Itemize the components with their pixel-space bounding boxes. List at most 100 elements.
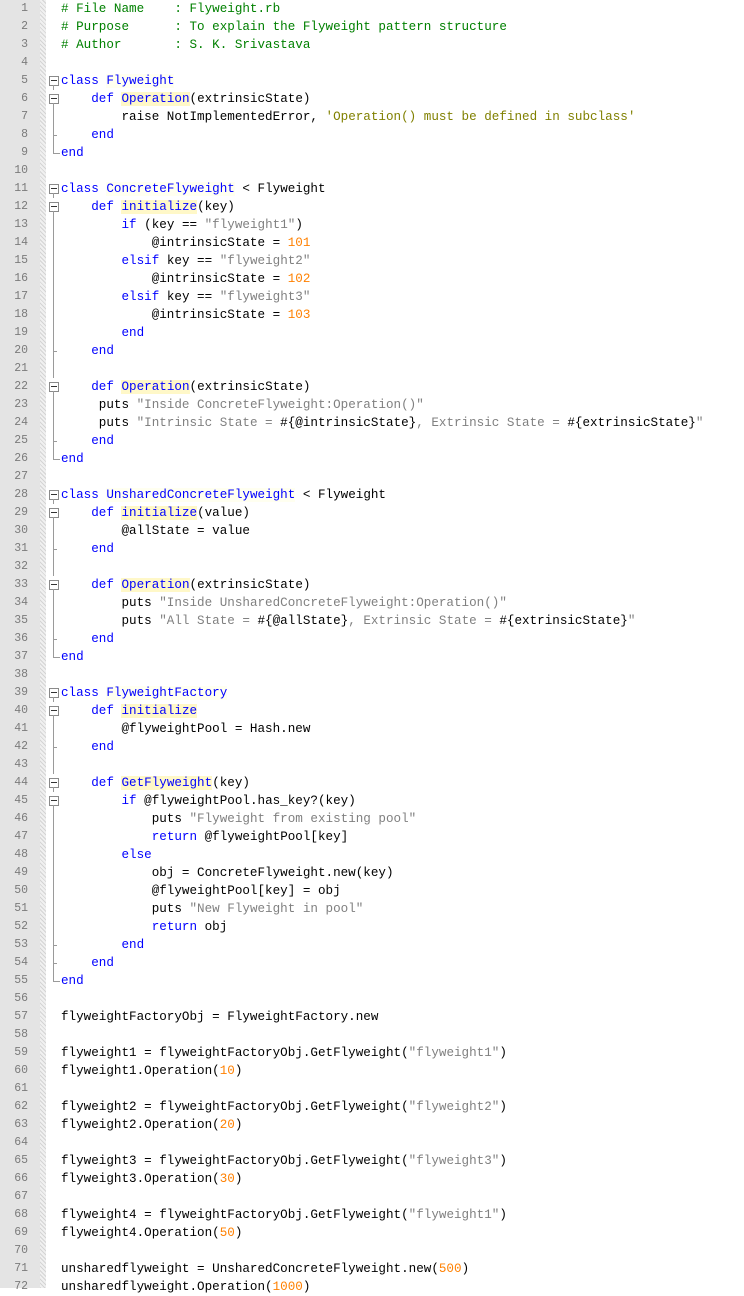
code-line[interactable]: 29 def initialize(value) xyxy=(0,504,744,522)
code-text[interactable]: # File Name : Flyweight.rb xyxy=(61,1,280,17)
fold-toggle-icon[interactable] xyxy=(47,576,61,594)
code-line[interactable]: 24 puts "Intrinsic State = #{@intrinsicS… xyxy=(0,414,744,432)
code-line[interactable]: 54 end xyxy=(0,954,744,972)
code-text[interactable]: end xyxy=(61,973,84,989)
code-text[interactable]: unsharedflyweight = UnsharedConcreteFlyw… xyxy=(61,1261,469,1277)
code-line[interactable]: 5 class Flyweight xyxy=(0,72,744,90)
code-text[interactable]: # Purpose : To explain the Flyweight pat… xyxy=(61,19,507,35)
fold-toggle-icon[interactable] xyxy=(47,90,61,108)
code-line[interactable]: 58 xyxy=(0,1026,744,1044)
code-text[interactable]: if @flyweightPool.has_key?(key) xyxy=(61,793,355,809)
code-line[interactable]: 62 flyweight2 = flyweightFactoryObj.GetFl… xyxy=(0,1098,744,1116)
code-line[interactable]: 16 @intrinsicState = 102 xyxy=(0,270,744,288)
code-line[interactable]: 56 xyxy=(0,990,744,1008)
code-line[interactable]: 49 obj = ConcreteFlyweight.new(key) xyxy=(0,864,744,882)
code-editor[interactable]: 1 # File Name : Flyweight.rb 2 # Purpose : … xyxy=(0,0,744,1294)
code-text[interactable]: def initialize xyxy=(61,703,198,719)
code-text[interactable]: elsif key == "flyweight3" xyxy=(61,289,310,305)
code-line[interactable]: 21 xyxy=(0,360,744,378)
code-line[interactable]: 38 xyxy=(0,666,744,684)
code-text[interactable]: end xyxy=(61,955,114,971)
code-line[interactable]: 32 xyxy=(0,558,744,576)
code-text[interactable]: return @flyweightPool[key] xyxy=(61,829,349,845)
code-line[interactable]: 2 # Purpose : To explain the Flyweight pa… xyxy=(0,18,744,36)
code-text[interactable]: flyweight1.Operation(10) xyxy=(61,1063,242,1079)
code-text[interactable]: def Operation(extrinsicState) xyxy=(61,379,310,395)
code-line[interactable]: 18 @intrinsicState = 103 xyxy=(0,306,744,324)
fold-toggle-icon[interactable] xyxy=(47,792,61,810)
fold-toggle-icon[interactable] xyxy=(47,72,61,90)
code-line[interactable]: 59 flyweight1 = flyweightFactoryObj.GetFl… xyxy=(0,1044,744,1062)
fold-toggle-icon[interactable] xyxy=(47,378,61,396)
code-line[interactable]: 7 raise NotImplementedError, 'Operation(… xyxy=(0,108,744,126)
code-line[interactable]: 13 if (key == "flyweight1") xyxy=(0,216,744,234)
code-text[interactable]: end xyxy=(61,451,84,467)
code-text[interactable]: puts "All State = #{@allState}, Extrinsi… xyxy=(61,613,635,629)
code-text[interactable]: class FlyweightFactory xyxy=(61,685,228,701)
code-text[interactable]: class UnsharedConcreteFlyweight < Flywei… xyxy=(61,487,386,503)
code-line[interactable]: 8 end xyxy=(0,126,744,144)
code-text[interactable]: end xyxy=(61,145,84,161)
code-line[interactable]: 40 def initialize xyxy=(0,702,744,720)
code-text[interactable]: raise NotImplementedError, 'Operation() … xyxy=(61,109,635,125)
code-line[interactable]: 27 xyxy=(0,468,744,486)
fold-toggle-icon[interactable] xyxy=(47,504,61,522)
code-line[interactable]: 68 flyweight4 = flyweightFactoryObj.GetFl… xyxy=(0,1206,744,1224)
code-line[interactable]: 64 xyxy=(0,1134,744,1152)
code-text[interactable]: end xyxy=(61,937,144,953)
code-text[interactable]: def Operation(extrinsicState) xyxy=(61,577,310,593)
code-text[interactable]: @intrinsicState = 103 xyxy=(61,307,311,323)
code-line[interactable]: 34 puts "Inside UnsharedConcreteFlyweigh… xyxy=(0,594,744,612)
code-line[interactable]: 9 end xyxy=(0,144,744,162)
code-line[interactable]: 60 flyweight1.Operation(10) xyxy=(0,1062,744,1080)
code-line[interactable]: 20 end xyxy=(0,342,744,360)
code-text[interactable]: flyweight2.Operation(20) xyxy=(61,1117,242,1133)
code-text[interactable]: if (key == "flyweight1") xyxy=(61,217,302,233)
code-text[interactable]: @intrinsicState = 101 xyxy=(61,235,311,251)
code-text[interactable]: @allState = value xyxy=(61,523,249,539)
code-line[interactable]: 55 end xyxy=(0,972,744,990)
code-text[interactable]: def initialize(value) xyxy=(61,505,250,521)
code-line[interactable]: 42 end xyxy=(0,738,744,756)
code-line[interactable]: 50 @flyweightPool[key] = obj xyxy=(0,882,744,900)
code-line[interactable]: 19 end xyxy=(0,324,744,342)
code-line[interactable]: 51 puts "New Flyweight in pool" xyxy=(0,900,744,918)
code-line[interactable]: 11 class ConcreteFlyweight < Flyweight xyxy=(0,180,744,198)
code-line[interactable]: 25 end xyxy=(0,432,744,450)
code-text[interactable]: return obj xyxy=(61,919,228,935)
code-text[interactable]: flyweight3.Operation(30) xyxy=(61,1171,242,1187)
code-line[interactable]: 70 xyxy=(0,1242,744,1260)
fold-toggle-icon[interactable] xyxy=(47,684,61,702)
code-text[interactable]: def GetFlyweight(key) xyxy=(61,775,250,791)
code-text[interactable]: @intrinsicState = 102 xyxy=(61,271,311,287)
fold-toggle-icon[interactable] xyxy=(47,702,61,720)
code-line[interactable]: 23 puts "Inside ConcreteFlyweight:Operat… xyxy=(0,396,744,414)
code-text[interactable]: puts "Intrinsic State = #{@intrinsicStat… xyxy=(61,415,704,431)
code-line[interactable]: 30 @allState = value xyxy=(0,522,744,540)
code-text[interactable]: @flyweightPool = Hash.new xyxy=(61,721,310,737)
code-text[interactable]: end xyxy=(61,433,114,449)
code-line[interactable]: 1 # File Name : Flyweight.rb xyxy=(0,0,744,18)
code-line[interactable]: 12 def initialize(key) xyxy=(0,198,744,216)
code-line[interactable]: 10 xyxy=(0,162,744,180)
code-text[interactable]: class Flyweight xyxy=(61,73,175,89)
code-line[interactable]: 6 def Operation(extrinsicState) xyxy=(0,90,744,108)
code-line[interactable]: 45 if @flyweightPool.has_key?(key) xyxy=(0,792,744,810)
fold-toggle-icon[interactable] xyxy=(47,774,61,792)
code-text[interactable]: @flyweightPool[key] = obj xyxy=(61,883,341,899)
code-text[interactable]: end xyxy=(61,649,84,665)
code-text[interactable]: # Author : S. K. Srivastava xyxy=(61,37,310,53)
code-line[interactable]: 53 end xyxy=(0,936,744,954)
code-line[interactable]: 72 unsharedflyweight.Operation(1000) xyxy=(0,1278,744,1296)
code-text[interactable]: flyweight4 = flyweightFactoryObj.GetFlyw… xyxy=(61,1207,507,1223)
code-line[interactable]: 65 flyweight3 = flyweightFactoryObj.GetFl… xyxy=(0,1152,744,1170)
code-line[interactable]: 3 # Author : S. K. Srivastava xyxy=(0,36,744,54)
fold-toggle-icon[interactable] xyxy=(47,180,61,198)
code-text[interactable]: puts "New Flyweight in pool" xyxy=(61,901,364,917)
code-text[interactable]: flyweight3 = flyweightFactoryObj.GetFlyw… xyxy=(61,1153,507,1169)
code-line[interactable]: 28 class UnsharedConcreteFlyweight < Flyw… xyxy=(0,486,744,504)
code-line[interactable]: 36 end xyxy=(0,630,744,648)
code-line[interactable]: 44 def GetFlyweight(key) xyxy=(0,774,744,792)
code-line[interactable]: 63 flyweight2.Operation(20) xyxy=(0,1116,744,1134)
code-line[interactable]: 17 elsif key == "flyweight3" xyxy=(0,288,744,306)
